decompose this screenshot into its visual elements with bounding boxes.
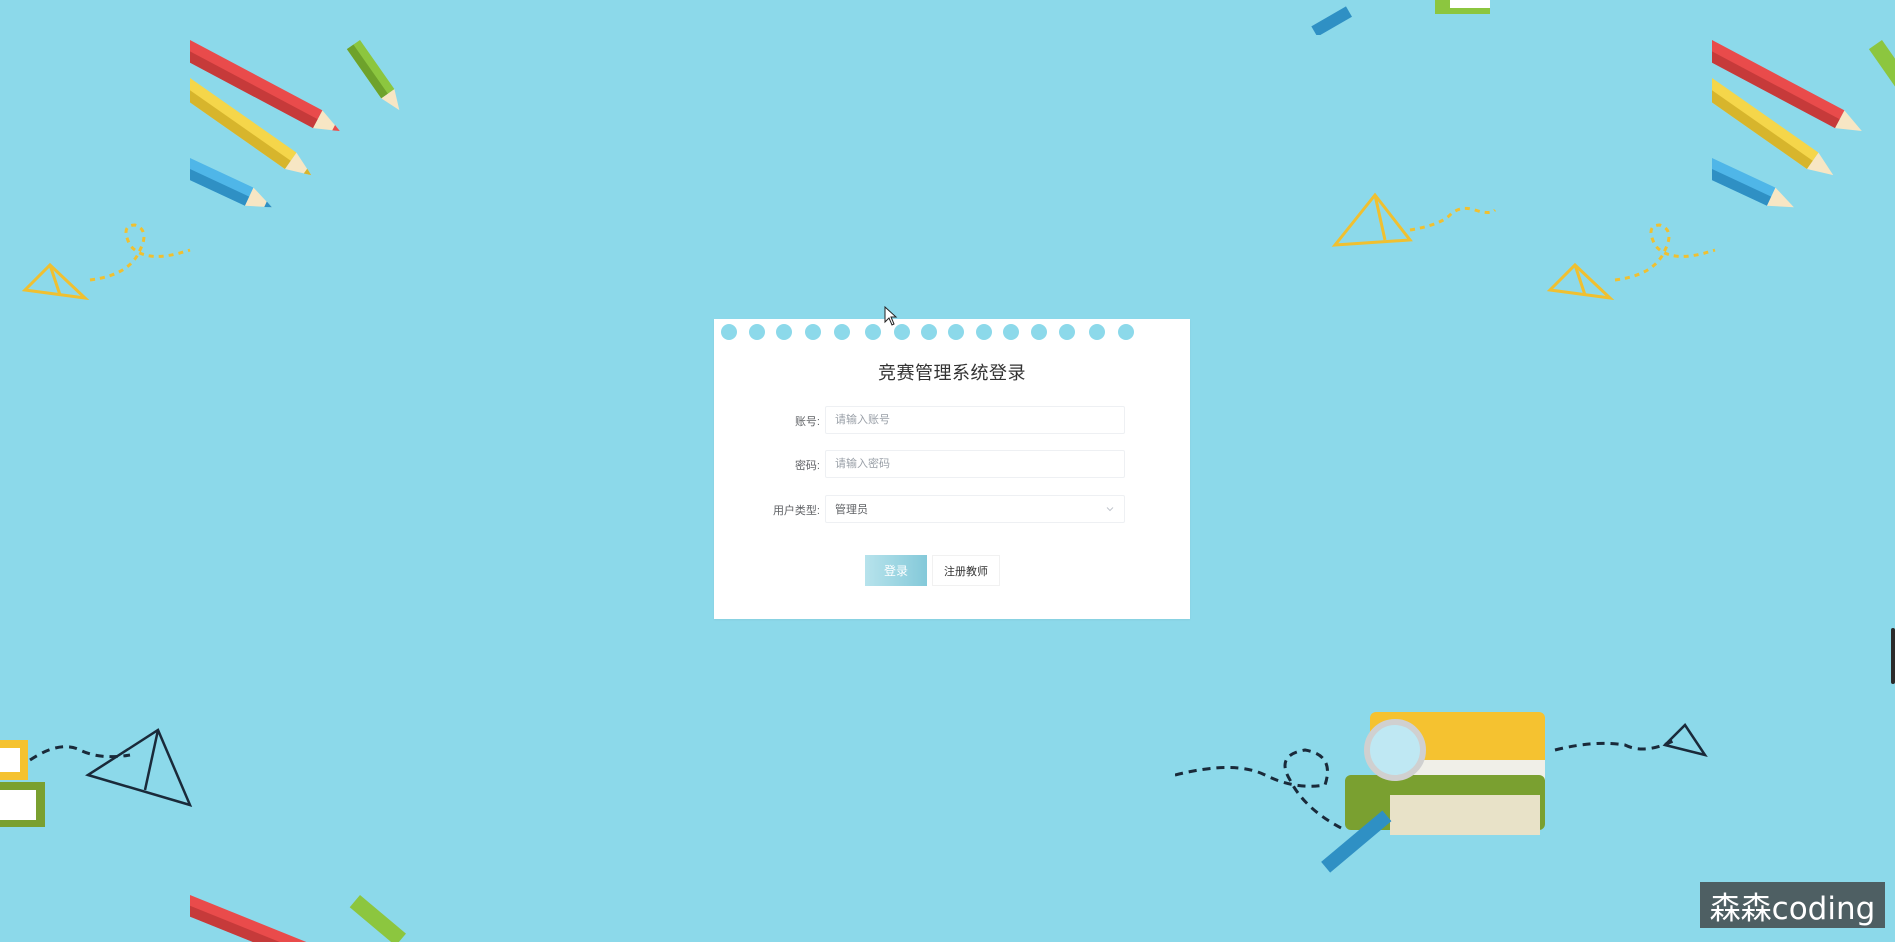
password-input[interactable] bbox=[825, 450, 1125, 478]
notebook-hole bbox=[721, 324, 737, 340]
notebook-hole bbox=[921, 324, 937, 340]
notebook-hole bbox=[865, 324, 881, 340]
paper-plane-icon-right bbox=[1546, 223, 1716, 300]
password-row: 密码: bbox=[714, 450, 1190, 480]
register-teacher-button[interactable]: 注册教师 bbox=[932, 555, 1000, 586]
password-label: 密码: bbox=[794, 460, 820, 472]
notebook-hole bbox=[1003, 324, 1019, 340]
pencils-illustration-bottom-left-edge bbox=[190, 895, 406, 942]
books-illustration-bottom-left bbox=[0, 728, 193, 827]
notebook-hole bbox=[776, 324, 792, 340]
login-button[interactable]: 登录 bbox=[865, 555, 927, 586]
page-title: 竞赛管理系统登录 bbox=[878, 363, 1026, 383]
notebook-hole bbox=[834, 324, 850, 340]
notebook-hole bbox=[1089, 324, 1105, 340]
usertype-select[interactable]: 管理员 bbox=[825, 495, 1125, 523]
paper-plane-icon-center-right bbox=[1331, 192, 1497, 247]
pencils-illustration-top-left bbox=[190, 40, 400, 208]
notebook-hole bbox=[1031, 324, 1047, 340]
pencil-icon-top-center bbox=[1311, 0, 1490, 35]
login-card: 竞赛管理系统登录 账号: 密码: 用户类型: 管理员 登录 注册教师 bbox=[714, 319, 1190, 619]
chevron-down-icon bbox=[1106, 507, 1114, 512]
pencils-illustration-top-right bbox=[1712, 40, 1895, 208]
account-input[interactable] bbox=[825, 406, 1125, 434]
account-label: 账号: bbox=[794, 416, 820, 428]
account-row: 账号: bbox=[714, 406, 1190, 436]
notebook-hole bbox=[1118, 324, 1134, 340]
usertype-label: 用户类型: bbox=[772, 505, 820, 517]
usertype-selected-value: 管理员 bbox=[835, 504, 868, 516]
notebook-hole bbox=[749, 324, 765, 340]
usertype-row: 用户类型: 管理员 bbox=[714, 495, 1190, 525]
books-illustration-bottom-right bbox=[1175, 712, 1708, 873]
mouse-cursor-icon bbox=[884, 306, 898, 326]
notebook-hole bbox=[976, 324, 992, 340]
watermark: 森森coding bbox=[1700, 882, 1885, 928]
notebook-hole bbox=[894, 324, 910, 340]
notebook-holes bbox=[714, 319, 1190, 349]
notebook-hole bbox=[805, 324, 821, 340]
notebook-hole bbox=[1059, 324, 1075, 340]
scrollbar-handle[interactable] bbox=[1891, 628, 1895, 684]
paper-plane-icon-left bbox=[21, 223, 191, 300]
notebook-hole bbox=[948, 324, 964, 340]
